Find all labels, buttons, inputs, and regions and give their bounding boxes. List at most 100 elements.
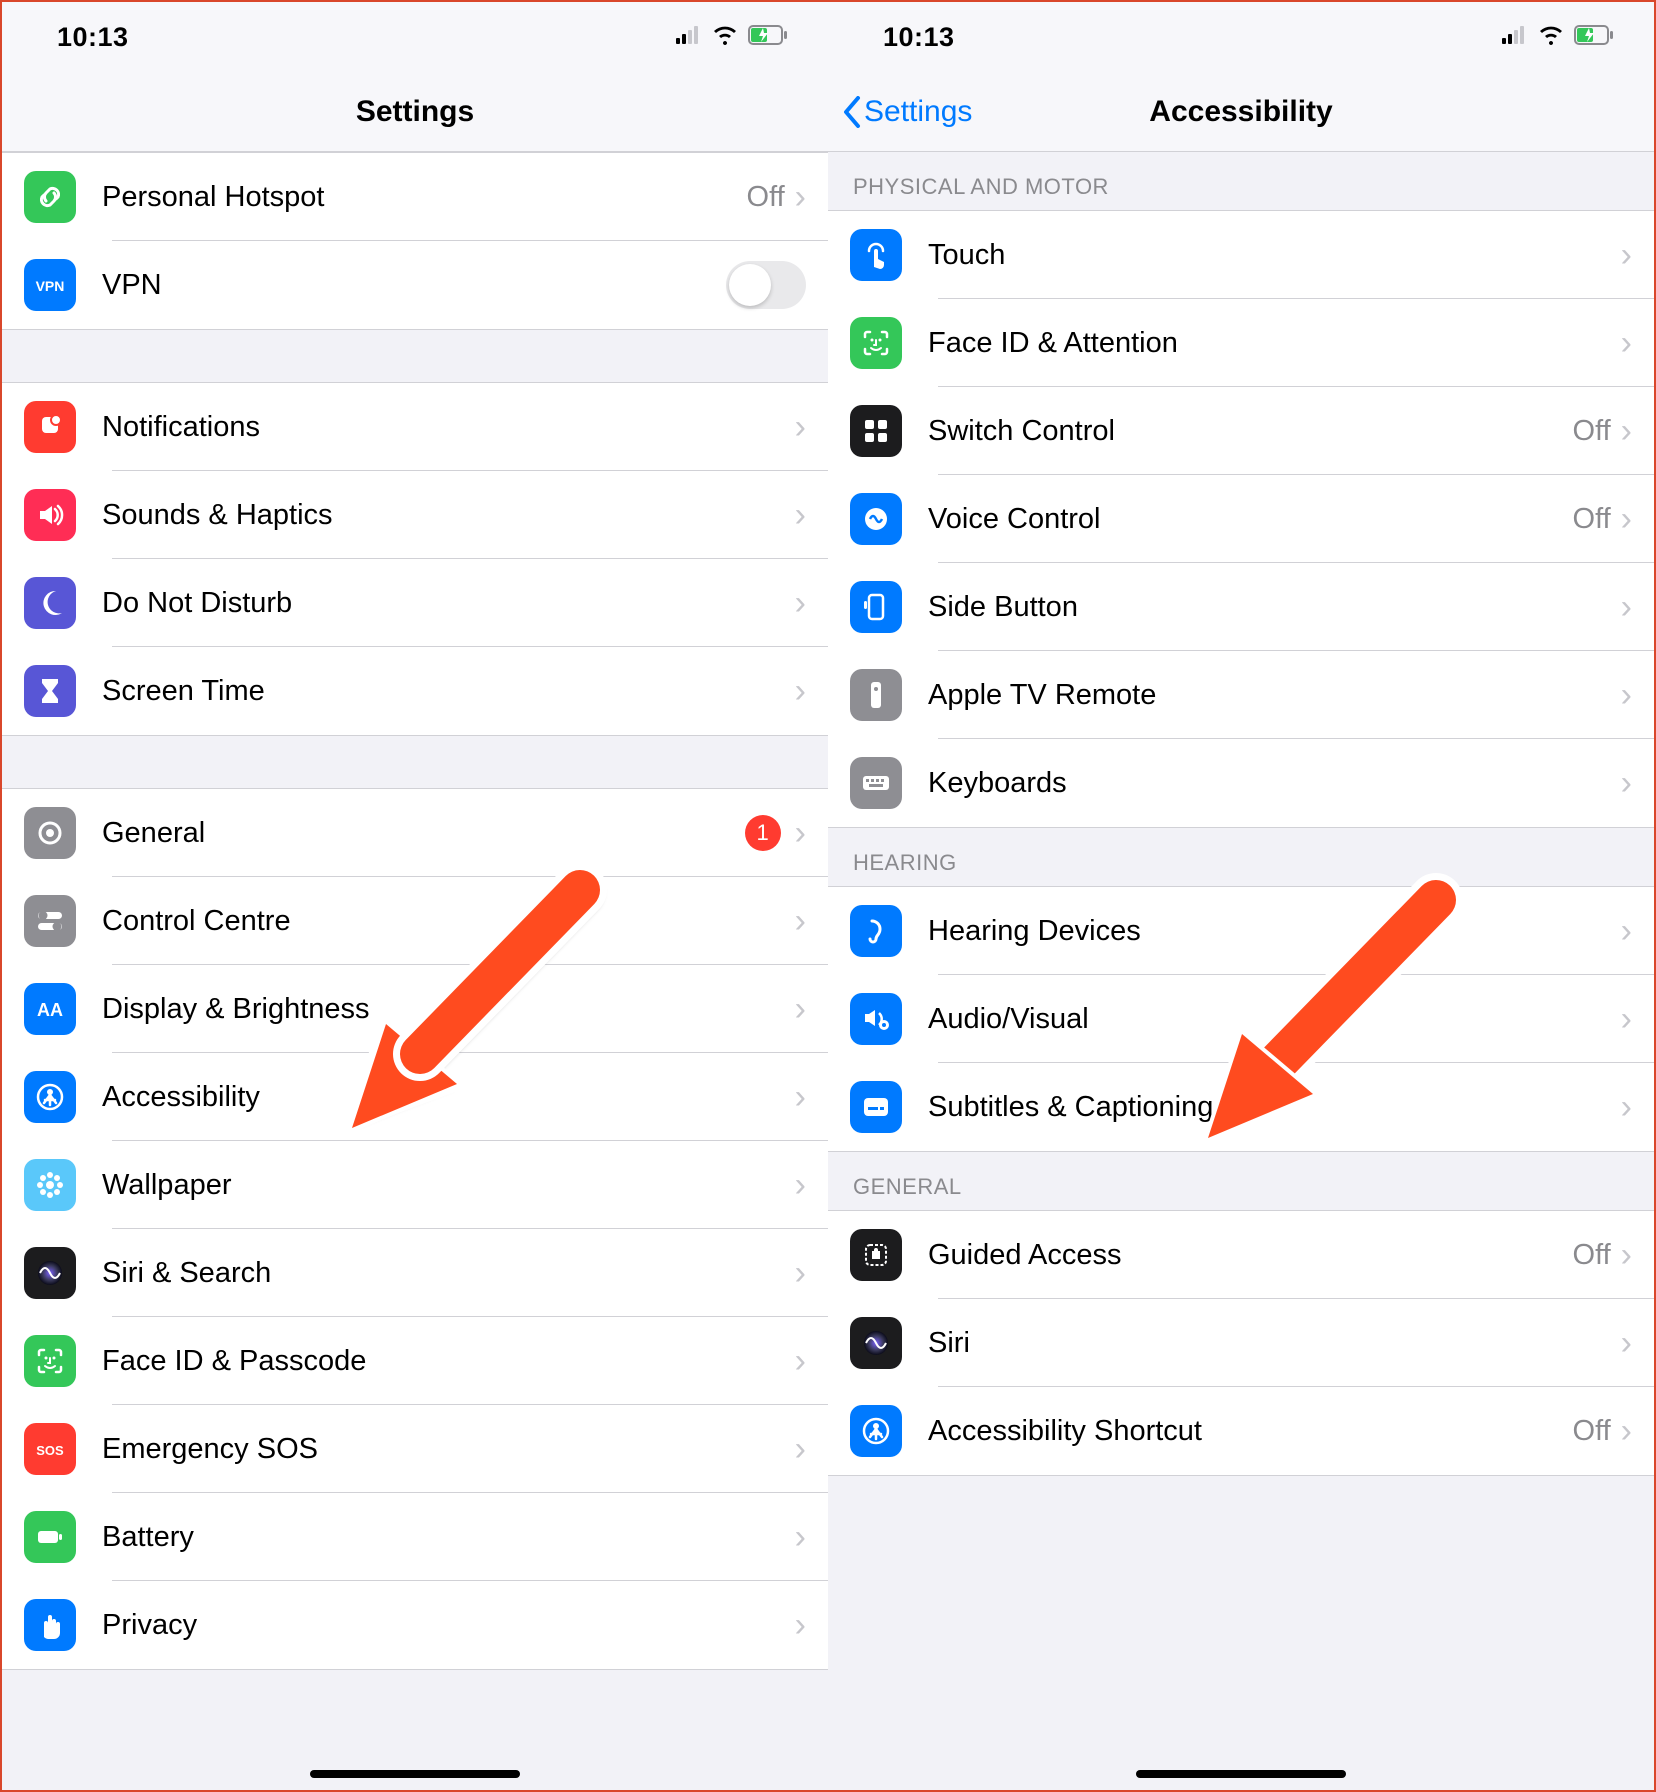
row-label: Side Button <box>928 591 1621 624</box>
chevron-right-icon: › <box>1621 1000 1632 1039</box>
keyboard-icon <box>850 757 902 809</box>
guided-icon <box>850 1229 902 1281</box>
row-label: Do Not Disturb <box>102 587 795 620</box>
row-privacy[interactable]: Privacy › <box>2 1581 828 1669</box>
chevron-right-icon: › <box>1621 1236 1632 1275</box>
row-face-id-passcode[interactable]: Face ID & Passcode › <box>2 1317 828 1405</box>
voice-icon <box>850 493 902 545</box>
cellular-icon <box>676 26 702 49</box>
row-wallpaper[interactable]: Wallpaper › <box>2 1141 828 1229</box>
row-label: Battery <box>102 1521 795 1554</box>
row-guided-access[interactable]: Guided Access Off › <box>828 1211 1654 1299</box>
row-value: Off <box>1573 503 1611 536</box>
row-display-brightness[interactable]: Display & Brightness › <box>2 965 828 1053</box>
siri-icon <box>24 1247 76 1299</box>
row-label: Wallpaper <box>102 1169 795 1202</box>
row-notifications[interactable]: Notifications › <box>2 383 828 471</box>
row-label: General <box>102 817 745 850</box>
chevron-right-icon: › <box>1621 764 1632 803</box>
row-label: Control Centre <box>102 905 795 938</box>
row-switch-control[interactable]: Switch Control Off› <box>828 387 1654 475</box>
row-label: Notifications <box>102 411 795 444</box>
toggle-switch[interactable] <box>726 261 806 309</box>
row-subtitles-captioning[interactable]: Subtitles & Captioning › <box>828 1063 1654 1151</box>
row-do-not-disturb[interactable]: Do Not Disturb › <box>2 559 828 647</box>
row-label: Touch <box>928 239 1621 272</box>
row-voice-control[interactable]: Voice Control Off › <box>828 475 1654 563</box>
section-gap <box>2 330 828 382</box>
row-control-centre[interactable]: Control Centre › <box>2 877 828 965</box>
row-label: Guided Access <box>928 1239 1573 1272</box>
row-touch[interactable]: Touch › <box>828 211 1654 299</box>
chevron-right-icon: › <box>795 1342 806 1381</box>
chevron-right-icon: › <box>1621 324 1632 363</box>
row-accessibility-shortcut[interactable]: Accessibility Shortcut Off› <box>828 1387 1654 1475</box>
row-screen-time[interactable]: Screen Time › <box>2 647 828 735</box>
battery-icon <box>1574 25 1614 50</box>
row-accessibility[interactable]: Accessibility › <box>2 1053 828 1141</box>
row-side-button[interactable]: Side Button › <box>828 563 1654 651</box>
faceid-icon <box>850 317 902 369</box>
bell-icon <box>24 401 76 453</box>
accessibility-list[interactable]: Physical and Motor Touch › Face ID & Att… <box>828 152 1654 1790</box>
row-keyboards[interactable]: Keyboards › <box>828 739 1654 827</box>
row-label: Accessibility Shortcut <box>928 1415 1573 1448</box>
row-battery[interactable]: Battery › <box>2 1493 828 1581</box>
chevron-right-icon: › <box>795 178 806 217</box>
cellular-icon <box>1502 26 1528 49</box>
row-general[interactable]: General 1 › <box>2 789 828 877</box>
ear-icon <box>850 905 902 957</box>
row-hearing-devices[interactable]: Hearing Devices › <box>828 887 1654 975</box>
chevron-right-icon: › <box>795 814 806 853</box>
back-label: Settings <box>864 95 972 129</box>
hourglass-icon <box>24 665 76 717</box>
flower-icon <box>24 1159 76 1211</box>
moon-icon <box>24 577 76 629</box>
row-siri-search[interactable]: Siri & Search › <box>2 1229 828 1317</box>
section: Touch › Face ID & Attention › Switch Con… <box>828 210 1654 828</box>
accessibility-screen: 10:13 Settings Accessibility Physical an… <box>828 2 1654 1790</box>
hand-icon <box>24 1599 76 1651</box>
row-sounds-haptics[interactable]: Sounds & Haptics › <box>2 471 828 559</box>
siri-icon <box>850 1317 902 1369</box>
row-value: Off <box>1573 1239 1611 1272</box>
aa-icon <box>24 983 76 1035</box>
row-audio-visual[interactable]: Audio/Visual › <box>828 975 1654 1063</box>
row-apple-tv-remote[interactable]: Apple TV Remote › <box>828 651 1654 739</box>
badge: 1 <box>745 815 781 851</box>
settings-screen: 10:13 Settings Personal Hotspot Off› VPN… <box>2 2 828 1790</box>
row-face-id-attention[interactable]: Face ID & Attention › <box>828 299 1654 387</box>
chevron-right-icon: › <box>1621 236 1632 275</box>
row-vpn[interactable]: VPN <box>2 241 828 329</box>
chevron-right-icon: › <box>1621 588 1632 627</box>
row-label: Privacy <box>102 1609 795 1642</box>
battery-icon <box>748 25 788 50</box>
chevron-right-icon: › <box>1621 500 1632 539</box>
section-header: Physical and Motor <box>828 152 1654 210</box>
row-label: Personal Hotspot <box>102 181 747 214</box>
row-label: Voice Control <box>928 503 1573 536</box>
settings-list[interactable]: Personal Hotspot Off› VPN Notifications … <box>2 152 828 1790</box>
subtitles-icon <box>850 1081 902 1133</box>
nav-bar: Settings Accessibility <box>828 72 1654 152</box>
row-personal-hotspot[interactable]: Personal Hotspot Off› <box>2 153 828 241</box>
battery-icon <box>24 1511 76 1563</box>
back-button[interactable]: Settings <box>842 72 972 151</box>
vpn-icon <box>24 259 76 311</box>
grid-icon <box>850 405 902 457</box>
chevron-right-icon: › <box>1621 1324 1632 1363</box>
chevron-right-icon: › <box>795 1254 806 1293</box>
speaker-icon <box>24 489 76 541</box>
nav-bar: Settings <box>2 72 828 152</box>
wifi-icon <box>712 25 738 50</box>
chevron-left-icon <box>842 96 862 128</box>
status-time: 10:13 <box>883 22 955 53</box>
row-label: Face ID & Attention <box>928 327 1621 360</box>
section: Personal Hotspot Off› VPN <box>2 152 828 330</box>
row-siri[interactable]: Siri › <box>828 1299 1654 1387</box>
row-emergency-sos[interactable]: Emergency SOS › <box>2 1405 828 1493</box>
chevron-right-icon: › <box>795 672 806 711</box>
chevron-right-icon: › <box>795 1166 806 1205</box>
section: Hearing Devices › Audio/Visual › Subtitl… <box>828 886 1654 1152</box>
person-circle-icon <box>850 1405 902 1457</box>
